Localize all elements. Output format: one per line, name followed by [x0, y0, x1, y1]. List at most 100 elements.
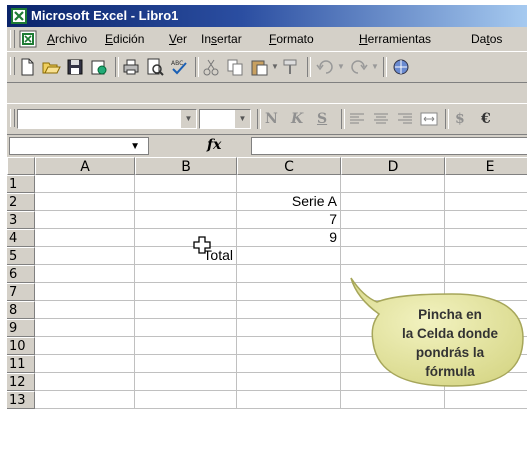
save-icon[interactable]	[65, 57, 85, 77]
row-header-4[interactable]: 4	[7, 229, 35, 247]
cell-c5[interactable]	[237, 247, 341, 265]
permissions-icon[interactable]	[89, 57, 109, 77]
print-icon[interactable]	[121, 57, 141, 77]
cell-a1[interactable]	[35, 175, 135, 193]
select-all-corner[interactable]	[7, 157, 35, 175]
cell-d1[interactable]	[341, 175, 445, 193]
cell-c3[interactable]: 7	[237, 211, 341, 229]
row-header-11[interactable]: 11	[7, 355, 35, 373]
chevron-down-icon[interactable]: ▼	[181, 110, 196, 128]
cell-d5[interactable]	[341, 247, 445, 265]
cell-a10[interactable]	[35, 337, 135, 355]
undo-icon[interactable]	[315, 57, 335, 77]
font-size-combo[interactable]: ▼	[199, 109, 251, 129]
cell-b10[interactable]	[135, 337, 237, 355]
chevron-down-icon[interactable]: ▼	[235, 110, 250, 128]
insert-function-button[interactable]: fx	[207, 137, 221, 153]
cell-a6[interactable]	[35, 265, 135, 283]
menu-herramientas[interactable]: Herramientas	[359, 32, 431, 46]
cell-d2[interactable]	[341, 193, 445, 211]
cell-a9[interactable]	[35, 319, 135, 337]
format-painter-icon[interactable]	[281, 57, 301, 77]
hyperlink-icon[interactable]	[391, 57, 411, 77]
cell-b11[interactable]	[135, 355, 237, 373]
row-header-3[interactable]: 3	[7, 211, 35, 229]
menu-formato[interactable]: Formato	[269, 32, 314, 46]
column-header-e[interactable]: E	[445, 157, 527, 175]
print-preview-icon[interactable]	[145, 57, 165, 77]
merge-center-icon[interactable]	[419, 109, 439, 129]
paste-icon[interactable]	[249, 57, 269, 77]
row-header-10[interactable]: 10	[7, 337, 35, 355]
menu-datos[interactable]: Datos	[471, 32, 502, 46]
menu-archivo[interactable]: Archivo	[47, 32, 87, 46]
formula-input[interactable]	[251, 137, 527, 155]
cell-a4[interactable]	[35, 229, 135, 247]
spelling-icon[interactable]: ABC	[169, 57, 189, 77]
euro-button[interactable]: €	[481, 111, 491, 127]
toolbar-grip[interactable]	[10, 57, 15, 75]
cell-b7[interactable]	[135, 283, 237, 301]
copy-icon[interactable]	[225, 57, 245, 77]
cell-c11[interactable]	[237, 355, 341, 373]
cell-c13[interactable]	[237, 391, 341, 409]
cell-a3[interactable]	[35, 211, 135, 229]
cell-e3[interactable]	[445, 211, 527, 229]
cell-d3[interactable]	[341, 211, 445, 229]
cell-b8[interactable]	[135, 301, 237, 319]
cell-b9[interactable]	[135, 319, 237, 337]
italic-button[interactable]: K	[291, 111, 303, 127]
toolbar-grip[interactable]	[10, 109, 15, 127]
align-right-icon[interactable]	[395, 109, 415, 129]
cell-e5[interactable]	[445, 247, 527, 265]
name-box[interactable]: ▼	[9, 137, 149, 155]
row-header-2[interactable]: 2	[7, 193, 35, 211]
cell-c2[interactable]: Serie A	[237, 193, 341, 211]
cell-b3[interactable]	[135, 211, 237, 229]
chevron-down-icon[interactable]: ▼	[130, 141, 140, 152]
cell-a12[interactable]	[35, 373, 135, 391]
cell-c9[interactable]	[237, 319, 341, 337]
cell-a7[interactable]	[35, 283, 135, 301]
cell-a8[interactable]	[35, 301, 135, 319]
open-icon[interactable]	[41, 57, 61, 77]
cell-b5[interactable]: Total	[135, 247, 237, 265]
menu-grip[interactable]	[10, 30, 15, 48]
cell-a5[interactable]	[35, 247, 135, 265]
cell-b2[interactable]	[135, 193, 237, 211]
cell-a2[interactable]	[35, 193, 135, 211]
paste-dropdown-icon[interactable]: ▼	[271, 62, 279, 71]
currency-button[interactable]: $	[455, 111, 465, 127]
cell-c10[interactable]	[237, 337, 341, 355]
font-name-combo[interactable]: ▼	[17, 109, 197, 129]
column-header-a[interactable]: A	[35, 157, 135, 175]
workbook-icon[interactable]	[19, 30, 37, 48]
row-header-12[interactable]: 12	[7, 373, 35, 391]
redo-icon[interactable]	[349, 57, 369, 77]
cell-c6[interactable]	[237, 265, 341, 283]
redo-dropdown-icon[interactable]: ▼	[371, 62, 379, 71]
row-header-8[interactable]: 8	[7, 301, 35, 319]
cell-b13[interactable]	[135, 391, 237, 409]
align-center-icon[interactable]	[371, 109, 391, 129]
column-header-b[interactable]: B	[135, 157, 237, 175]
cell-c12[interactable]	[237, 373, 341, 391]
menu-edicion[interactable]: Edición	[105, 32, 144, 46]
cell-b4[interactable]	[135, 229, 237, 247]
cell-b12[interactable]	[135, 373, 237, 391]
column-header-d[interactable]: D	[341, 157, 445, 175]
menu-insertar[interactable]: Insertar	[201, 32, 242, 46]
cell-e4[interactable]	[445, 229, 527, 247]
row-header-1[interactable]: 1	[7, 175, 35, 193]
row-header-6[interactable]: 6	[7, 265, 35, 283]
cell-e1[interactable]	[445, 175, 527, 193]
row-header-5[interactable]: 5	[7, 247, 35, 265]
cell-c8[interactable]	[237, 301, 341, 319]
row-header-9[interactable]: 9	[7, 319, 35, 337]
cell-c1[interactable]	[237, 175, 341, 193]
align-left-icon[interactable]	[347, 109, 367, 129]
bold-button[interactable]: N	[265, 111, 278, 127]
row-header-7[interactable]: 7	[7, 283, 35, 301]
cell-e2[interactable]	[445, 193, 527, 211]
cell-a11[interactable]	[35, 355, 135, 373]
